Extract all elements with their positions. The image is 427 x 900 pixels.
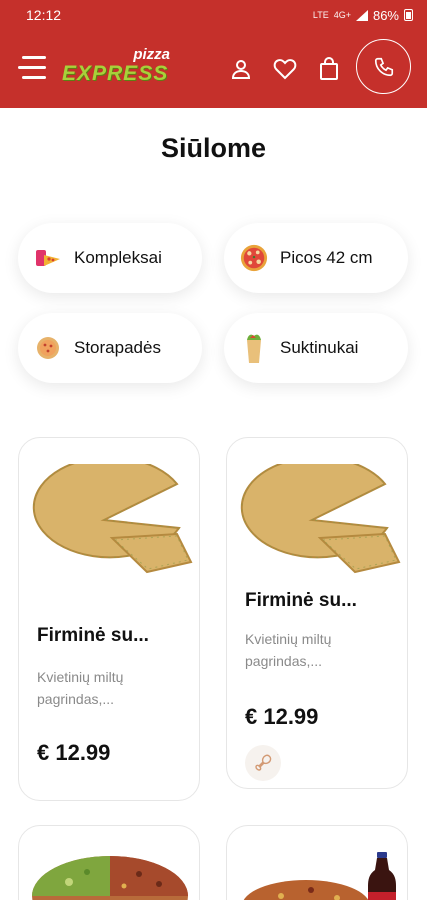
category-kompleksai[interactable]: Kompleksai bbox=[18, 223, 202, 293]
status-indicators: LTE 4G+ 86% bbox=[313, 8, 413, 23]
drumstick-icon bbox=[245, 745, 281, 781]
category-label: Kompleksai bbox=[74, 248, 162, 267]
category-suktinukai[interactable]: Suktinukai bbox=[224, 313, 408, 383]
status-bar: 12:12 LTE 4G+ 86% bbox=[0, 0, 427, 30]
product-card[interactable]: Firminė su... Kvietinių miltų pagrindas,… bbox=[226, 437, 408, 789]
app-header: pizza EXPRESS bbox=[0, 30, 427, 108]
signal-icon bbox=[355, 9, 368, 21]
battery-icon bbox=[404, 9, 413, 21]
product-description: Kvietinių miltų pagrindas,... bbox=[245, 631, 332, 669]
brand-logo[interactable]: pizza EXPRESS bbox=[62, 46, 174, 90]
pizza-image bbox=[32, 464, 193, 574]
thick-pizza-icon bbox=[34, 334, 62, 362]
status-time: 12:12 bbox=[26, 7, 62, 23]
wrap-icon bbox=[240, 334, 268, 363]
logo-pizza-text: pizza bbox=[133, 46, 170, 63]
combo-icon bbox=[34, 244, 62, 272]
pizza-image bbox=[32, 856, 188, 900]
product-price: € 12.99 bbox=[37, 740, 111, 765]
product-card[interactable]: Firminė su... Kvietinių miltų pagrindas,… bbox=[18, 437, 200, 801]
menu-icon[interactable] bbox=[18, 56, 46, 80]
product-card[interactable] bbox=[226, 825, 408, 900]
pizza-icon bbox=[240, 244, 268, 272]
section-title: Siūlome bbox=[160, 133, 267, 163]
phone-button[interactable] bbox=[356, 39, 411, 94]
network-label: LTE bbox=[312, 10, 329, 20]
pizza-image bbox=[243, 880, 369, 900]
phone-icon bbox=[374, 57, 393, 76]
category-label: Storapadės bbox=[74, 338, 161, 357]
category-label: Suktinukai bbox=[280, 338, 359, 357]
signal-label: 4G+ bbox=[333, 10, 351, 20]
bag-icon[interactable] bbox=[316, 56, 342, 82]
user-icon[interactable] bbox=[228, 56, 254, 82]
product-name: Firminė su... bbox=[245, 590, 357, 611]
product-card[interactable] bbox=[18, 825, 200, 900]
logo-express-text: EXPRESS bbox=[62, 62, 169, 85]
product-price: € 12.99 bbox=[245, 704, 319, 729]
product-description: Kvietinių miltų pagrindas,... bbox=[37, 669, 124, 707]
product-name: Firminė su... bbox=[37, 625, 149, 646]
category-label: Picos 42 cm bbox=[280, 248, 373, 267]
category-storapades[interactable]: Storapadės bbox=[18, 313, 202, 383]
category-picos-42[interactable]: Picos 42 cm bbox=[224, 223, 408, 293]
cola-bottle-image bbox=[368, 852, 396, 900]
pizza-image bbox=[240, 464, 401, 574]
heart-icon[interactable] bbox=[272, 56, 298, 82]
battery-percent: 86% bbox=[372, 7, 399, 23]
